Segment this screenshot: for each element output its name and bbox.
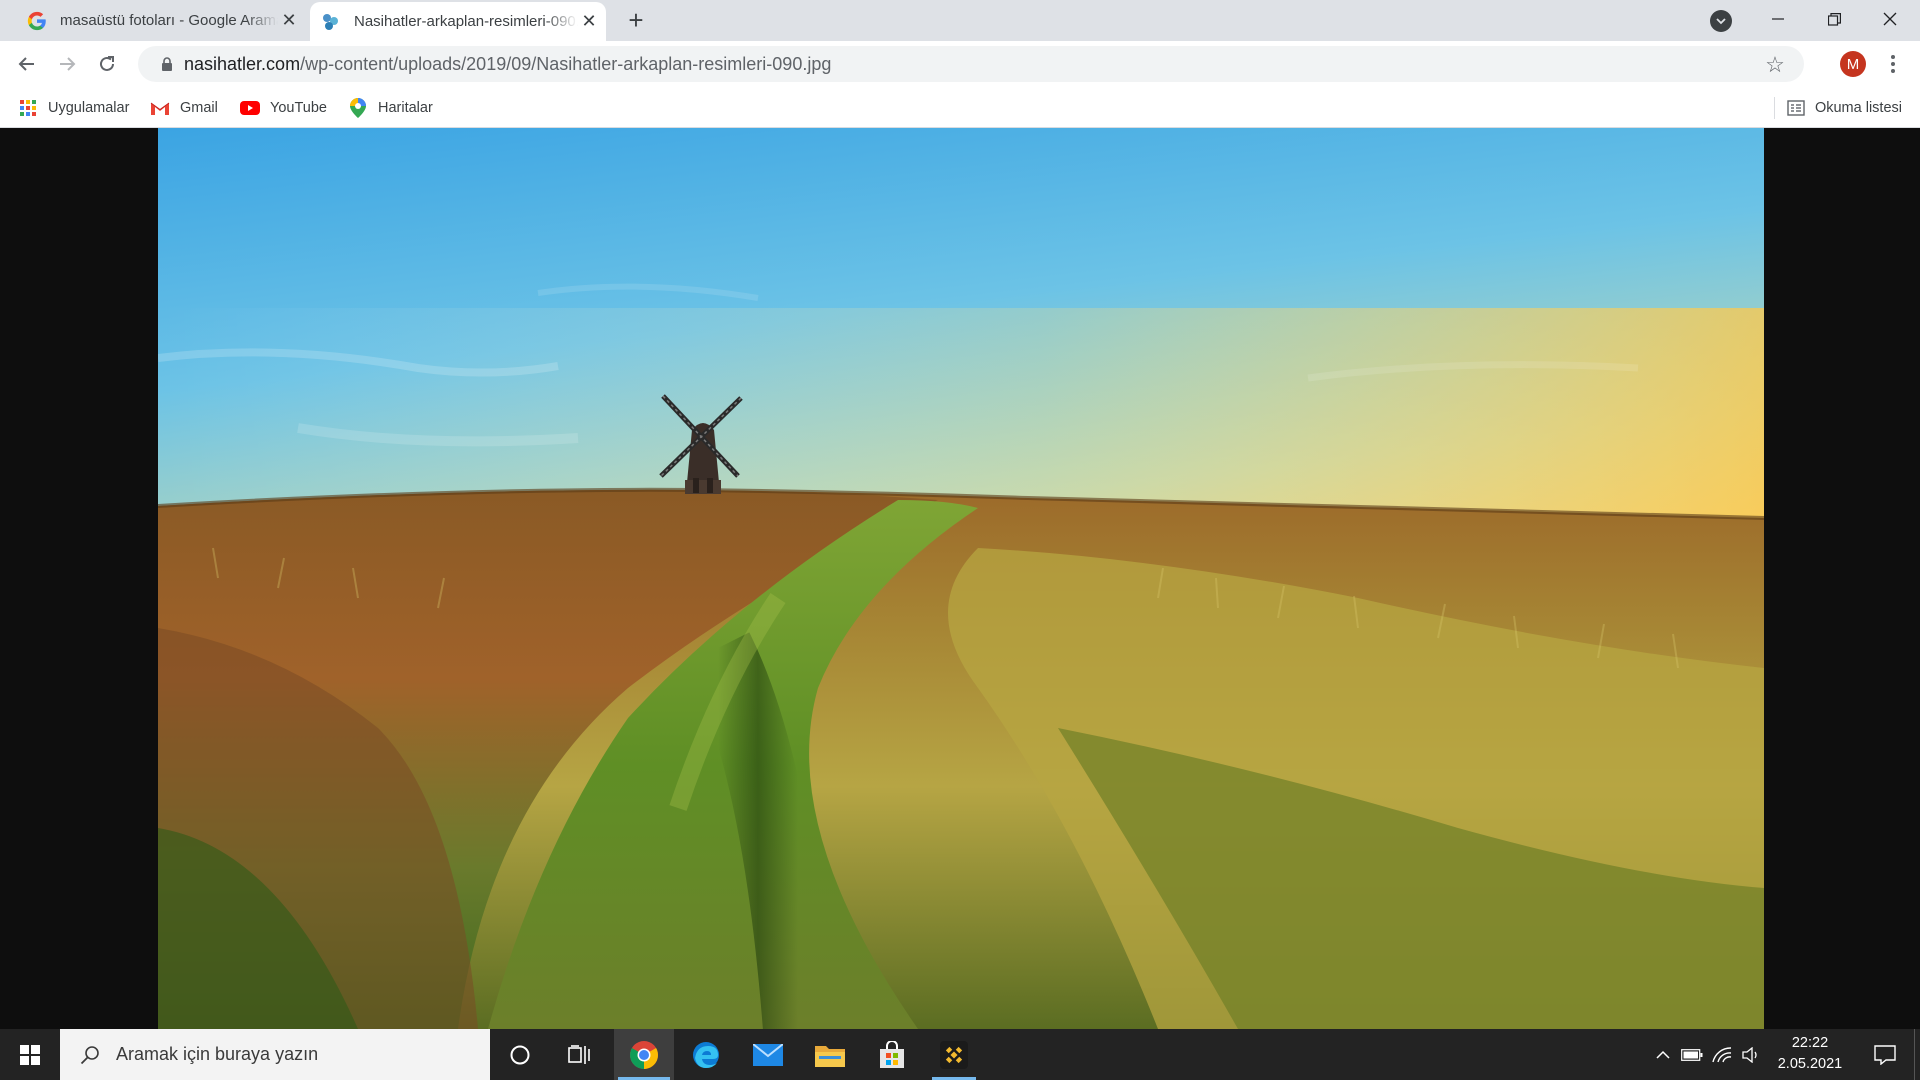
browser-toolbar: nasihatler.com/wp-content/uploads/2019/0… [0, 41, 1920, 87]
google-g-icon [26, 10, 48, 32]
edge-icon [693, 1041, 719, 1068]
taskbar-mail[interactable] [738, 1029, 798, 1080]
minimize-button[interactable] [1750, 0, 1806, 38]
divider [1773, 97, 1775, 119]
reading-list-label: Okuma listesi [1814, 100, 1902, 116]
close-icon[interactable]: ✕ [578, 11, 600, 33]
taskbar-search-box[interactable]: Aramak için buraya yazın [60, 1029, 490, 1080]
tab-search-button[interactable] [1710, 10, 1732, 32]
bookmark-label: Uygulamalar [48, 100, 130, 116]
tab-title: Nasihatler-arkaplan-resimleri-090.jpg [354, 13, 578, 30]
reading-list-icon [1787, 100, 1805, 116]
taskbar-chrome[interactable] [614, 1029, 674, 1080]
profile-avatar[interactable]: M [1840, 51, 1866, 77]
tab-image[interactable]: Nasihatler-arkaplan-resimleri-090.jpg ✕ [310, 2, 606, 41]
battery-button[interactable] [1678, 1029, 1706, 1080]
bookmarks-bar: Uygulamalar Gmail YouTube Haritalar Okum… [0, 87, 1920, 128]
browser-menu-button[interactable] [1882, 51, 1904, 77]
speaker-icon [1742, 1046, 1757, 1063]
url-path: /wp-content/uploads/2019/09/Nasihatler-a… [300, 53, 832, 74]
reload-button[interactable] [91, 48, 123, 80]
bookmark-apps[interactable]: Uygulamalar [18, 95, 129, 121]
close-window-button[interactable] [1862, 0, 1918, 38]
gmail-icon [150, 98, 170, 118]
new-tab-button[interactable]: + [622, 5, 650, 35]
cortana-button[interactable] [490, 1029, 550, 1080]
address-bar[interactable]: nasihatler.com/wp-content/uploads/2019/0… [138, 46, 1804, 82]
taskbar-edge[interactable] [676, 1029, 736, 1080]
tab-google-search[interactable]: masaüstü fotoları - Google Arama ✕ [16, 0, 306, 41]
taskbar-clock[interactable]: 22:22 2.05.2021 [1760, 1033, 1860, 1077]
landscape-photo[interactable] [158, 128, 1764, 1029]
taskbar-binance[interactable] [924, 1029, 984, 1080]
windmill-field-image [158, 128, 1764, 1029]
arrow-right-icon [60, 57, 76, 71]
clock-time: 22:22 [1791, 1035, 1829, 1051]
lock-icon[interactable] [150, 57, 184, 71]
notification-icon [1874, 1044, 1896, 1065]
taskbar: Aramak için buraya yazın 22:22 2.05.2021 [0, 1029, 1920, 1080]
chrome-icon [630, 1040, 658, 1069]
youtube-icon [240, 98, 260, 118]
bookmark-youtube[interactable]: YouTube [240, 95, 327, 121]
apps-grid-icon [18, 98, 38, 118]
tab-strip: masaüstü fotoları - Google Arama ✕ Nasih… [0, 0, 1920, 41]
wifi-icon [1712, 1046, 1732, 1062]
bookmark-label: Gmail [180, 100, 218, 116]
bookmark-label: Haritalar [378, 100, 433, 116]
bookmark-star-icon[interactable]: ☆ [1764, 54, 1786, 76]
chevron-up-icon [1656, 1050, 1670, 1059]
store-icon [880, 1040, 904, 1068]
minimize-icon [1772, 18, 1784, 20]
reading-list-button[interactable]: Okuma listesi [1773, 95, 1902, 121]
windows-logo-icon [20, 1044, 40, 1065]
image-viewer [0, 128, 1920, 1029]
restore-button[interactable] [1806, 0, 1862, 38]
notification-center-button[interactable] [1860, 1029, 1910, 1080]
show-desktop-button[interactable] [1914, 1029, 1920, 1080]
task-view-icon [568, 1044, 590, 1064]
binance-icon [940, 1040, 968, 1069]
restore-icon [1827, 12, 1841, 26]
bookmark-label: YouTube [270, 100, 327, 116]
maps-pin-icon [348, 98, 368, 118]
chevron-down-icon [1716, 18, 1726, 25]
file-explorer-icon [815, 1045, 845, 1067]
mail-icon [753, 1043, 783, 1066]
close-icon [1883, 12, 1897, 26]
battery-icon [1681, 1048, 1703, 1061]
search-placeholder: Aramak için buraya yazın [116, 1044, 319, 1064]
image-file-icon [320, 11, 342, 33]
back-button[interactable] [11, 48, 43, 80]
taskbar-store[interactable] [862, 1029, 922, 1080]
clock-date: 2.05.2021 [1777, 1056, 1843, 1072]
forward-button[interactable] [51, 48, 83, 80]
show-hidden-icons-button[interactable] [1650, 1029, 1676, 1080]
search-icon [74, 1045, 106, 1065]
cortana-icon [510, 1045, 530, 1064]
arrow-left-icon [18, 57, 34, 71]
start-button[interactable] [0, 1029, 60, 1080]
close-icon[interactable]: ✕ [278, 10, 300, 32]
task-view-button[interactable] [550, 1029, 610, 1080]
taskbar-file-explorer[interactable] [800, 1029, 860, 1080]
reload-icon [100, 56, 114, 71]
url-text[interactable]: nasihatler.com/wp-content/uploads/2019/0… [184, 54, 831, 75]
url-host: nasihatler.com [184, 53, 301, 74]
bookmark-gmail[interactable]: Gmail [150, 95, 218, 121]
bookmark-maps[interactable]: Haritalar [348, 95, 433, 121]
network-button[interactable] [1708, 1029, 1736, 1080]
tab-title: masaüstü fotoları - Google Arama [60, 12, 278, 29]
